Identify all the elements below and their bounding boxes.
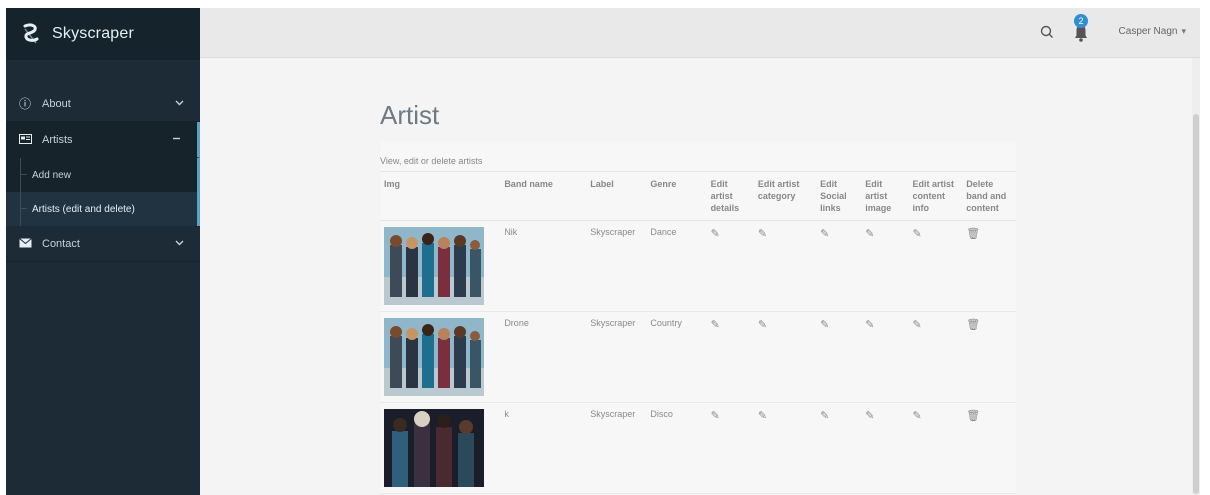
edit-social-icon[interactable]: ✎ [820, 228, 829, 240]
edit-content-icon[interactable]: ✎ [913, 319, 922, 331]
user-name: Casper Nagn [1118, 26, 1178, 37]
sidebar-item-about[interactable]: ⓘ About [6, 86, 200, 122]
column-header: Edit artist image [861, 172, 909, 221]
genre-cell: Disco [646, 402, 707, 494]
chevron-down-icon [175, 100, 184, 106]
label-cell: Skyscraper [586, 402, 647, 494]
sidebar-subitem-artists-edit[interactable]: Artists (edit and delete) [6, 192, 197, 226]
column-header: Edit artist content info [908, 172, 963, 221]
edit-category-icon[interactable]: ✎ [758, 319, 767, 331]
artist-image[interactable] [384, 409, 484, 487]
caret-down-icon: ▾ [1181, 26, 1186, 36]
edit-social-icon[interactable]: ✎ [820, 410, 829, 422]
edit-category-icon[interactable]: ✎ [758, 228, 767, 240]
scrollbar-thumb[interactable] [1193, 114, 1199, 494]
edit-image-icon[interactable]: ✎ [865, 410, 874, 422]
skyscraper-logo-icon [23, 23, 39, 44]
table-row: Nik Skyscraper Dance ✎ ✎ ✎ ✎ ✎ 🗑 [380, 220, 1016, 312]
column-header: Genre [646, 172, 707, 221]
sidebar-submenu-artists: Add new Artists (edit and delete) [6, 158, 200, 226]
chevron-up-icon [173, 137, 180, 140]
page-title: Artist [380, 100, 440, 130]
sidebar: Skyscraper ⓘ About Artists Add new Artis… [6, 8, 200, 495]
edit-content-icon[interactable]: ✎ [913, 228, 922, 240]
table-header-row: Img Band name Label Genre Edit artist de… [380, 172, 1016, 221]
sidebar-subitem-label: Artists (edit and delete) [32, 203, 135, 215]
panel-description: View, edit or delete artists [380, 142, 1016, 172]
card-icon [18, 133, 32, 147]
app-window: Skyscraper ⓘ About Artists Add new Artis… [6, 8, 1200, 495]
edit-image-icon[interactable]: ✎ [865, 319, 874, 331]
page-scrollbar[interactable] [1192, 58, 1200, 495]
envelope-icon [18, 237, 32, 251]
artist-image[interactable] [384, 227, 484, 305]
band-name-cell: k [500, 402, 587, 494]
column-header: Edit artist category [753, 172, 817, 221]
genre-cell: Country [646, 311, 707, 403]
artists-table: Img Band name Label Genre Edit artist de… [380, 172, 1016, 494]
sidebar-item-label: About [42, 97, 71, 110]
genre-cell: Dance [646, 220, 707, 312]
edit-details-icon[interactable]: ✎ [711, 228, 720, 240]
search-icon[interactable] [1039, 24, 1055, 40]
band-name-cell: Drone [500, 311, 587, 403]
edit-details-icon[interactable]: ✎ [711, 410, 720, 422]
edit-image-icon[interactable]: ✎ [865, 228, 874, 240]
user-menu[interactable]: Casper Nagn ▾ [1119, 26, 1186, 37]
sidebar-nav: ⓘ About Artists Add new Artists (edit an… [6, 86, 200, 262]
sidebar-item-label: Contact [42, 237, 80, 250]
sidebar-item-artists[interactable]: Artists [6, 122, 200, 158]
column-header: Edit artist details [706, 172, 754, 221]
band-name-cell: Nik [500, 220, 587, 312]
edit-content-icon[interactable]: ✎ [913, 410, 922, 422]
artists-panel: View, edit or delete artists Img Band na… [380, 142, 1016, 495]
column-header: Label [586, 172, 647, 221]
trash-icon[interactable]: 🗑 [966, 228, 980, 240]
label-cell: Skyscraper [586, 220, 647, 312]
edit-category-icon[interactable]: ✎ [758, 410, 767, 422]
sidebar-subitem-label: Add new [32, 169, 71, 181]
table-row: k Skyscraper Disco ✎ ✎ ✎ ✎ ✎ 🗑 [380, 402, 1016, 494]
top-bar: 2 Casper Nagn ▾ [200, 8, 1200, 58]
sidebar-subitem-add-new[interactable]: Add new [6, 158, 197, 192]
label-cell: Skyscraper [586, 311, 647, 403]
chevron-down-icon [175, 240, 184, 246]
sidebar-item-label: Artists [42, 133, 73, 146]
info-icon: ⓘ [18, 97, 31, 111]
brand[interactable]: Skyscraper [6, 8, 200, 60]
column-header: Band name [500, 172, 587, 221]
notification-badge: 2 [1074, 14, 1088, 28]
table-row: Drone Skyscraper Country ✎ ✎ ✎ ✎ ✎ 🗑 [380, 311, 1016, 403]
main-content: Artist View, edit or delete artists Img … [200, 58, 1200, 495]
artist-image[interactable] [384, 318, 484, 396]
brand-name: Skyscraper [52, 25, 135, 42]
column-header: Delete band and content [962, 172, 1016, 221]
edit-details-icon[interactable]: ✎ [711, 319, 720, 331]
sidebar-item-contact[interactable]: Contact [6, 226, 200, 262]
trash-icon[interactable]: 🗑 [966, 410, 980, 422]
column-header: Img [380, 172, 501, 221]
trash-icon[interactable]: 🗑 [966, 319, 980, 331]
column-header: Edit Social links [816, 172, 862, 221]
edit-social-icon[interactable]: ✎ [820, 319, 829, 331]
